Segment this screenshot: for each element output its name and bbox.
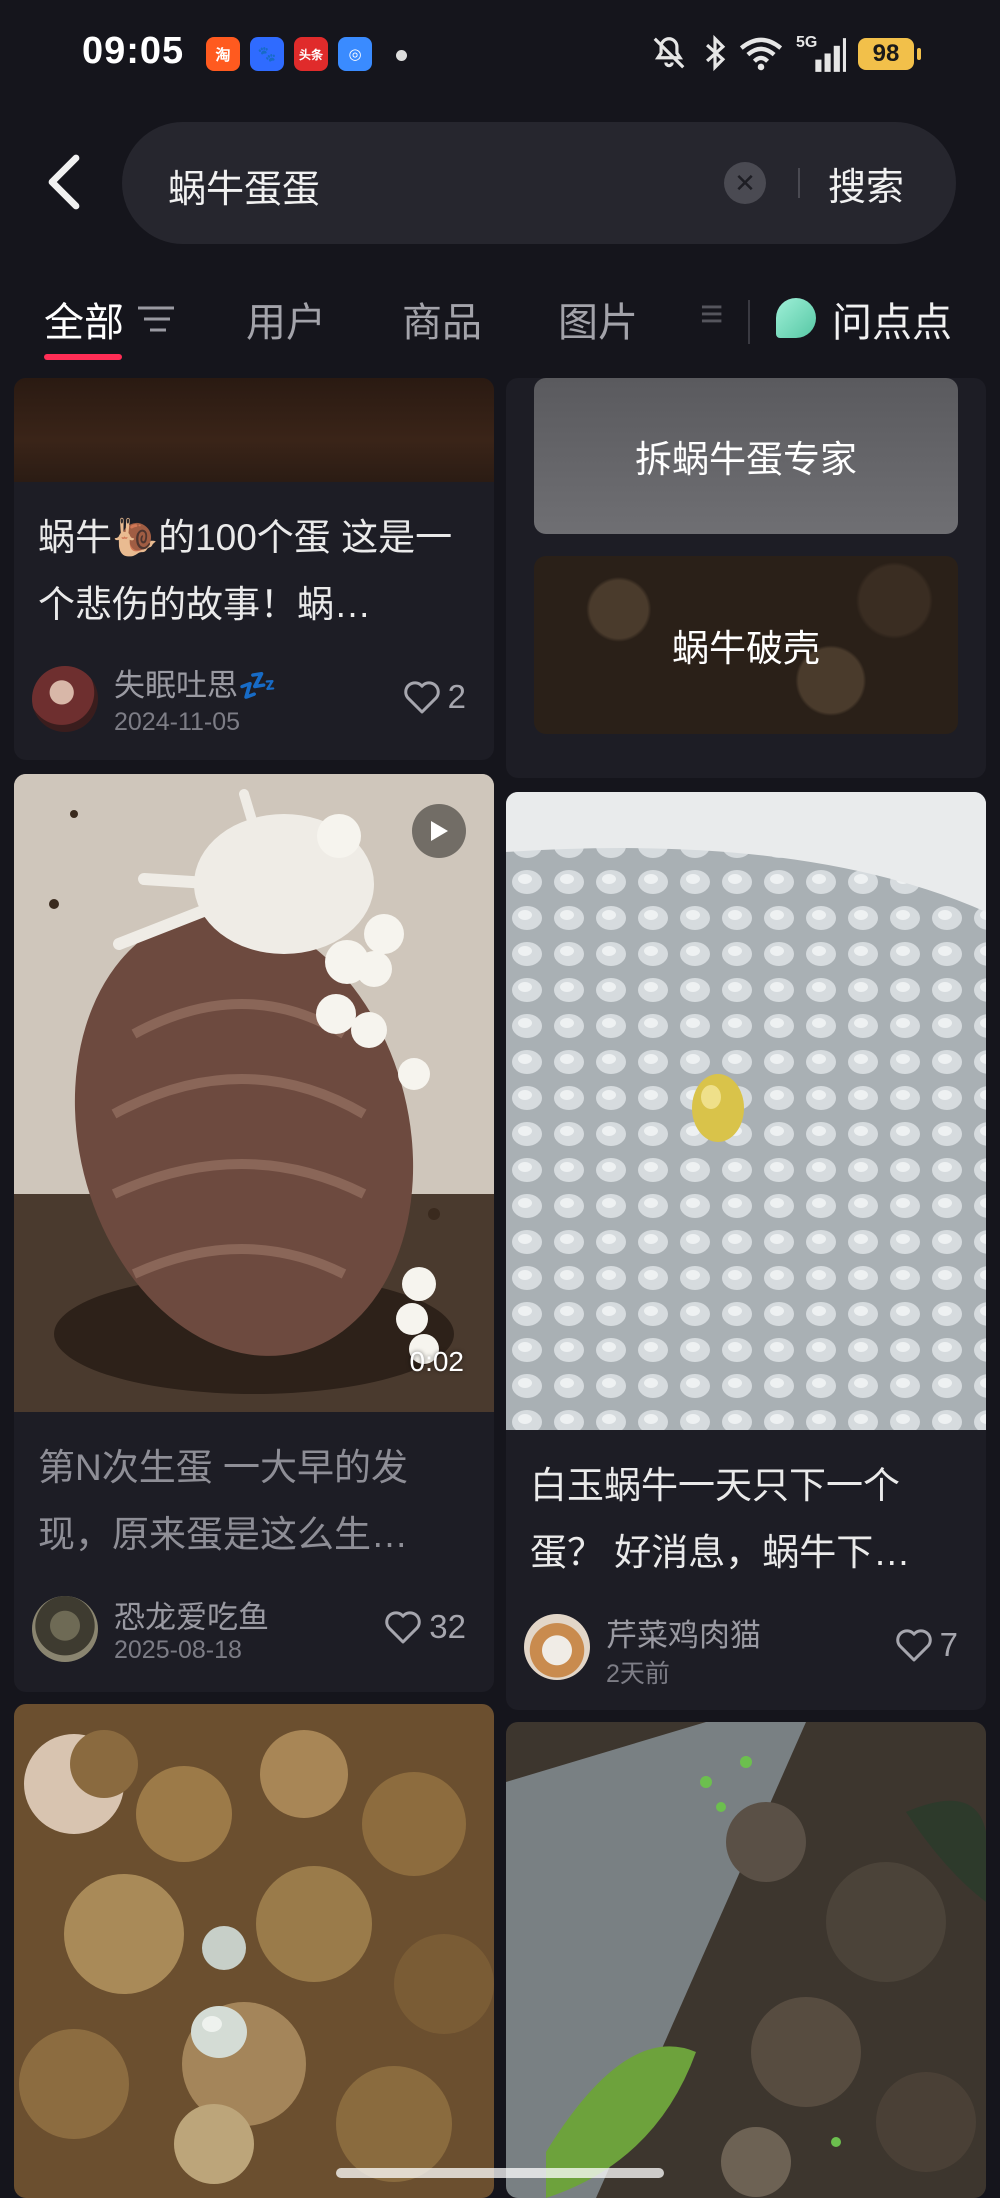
wendiandian-icon[interactable] xyxy=(776,298,816,338)
wifi-icon xyxy=(739,37,783,71)
post-card[interactable]: 白玉蜗牛一天只下一个蛋？ 好消息，蜗牛下… 芹菜鸡肉猫 2天前 7 xyxy=(506,792,986,1710)
post-cover-image[interactable] xyxy=(506,1722,986,2198)
post-cover-image[interactable] xyxy=(14,1704,494,2198)
post-author[interactable]: 恐龙爱吃鱼 xyxy=(114,1592,269,1637)
post-card[interactable] xyxy=(506,1722,986,2198)
back-arrow-icon[interactable] xyxy=(44,152,84,212)
tab-users[interactable]: 用户 xyxy=(246,290,326,348)
search-divider xyxy=(798,168,800,198)
post-title[interactable]: 白玉蜗牛一天只下一个蛋？ 好消息，蜗牛下… xyxy=(530,1452,962,1586)
post-cover-image[interactable] xyxy=(14,378,494,482)
post-card[interactable] xyxy=(14,1704,494,2198)
terrarium-image xyxy=(506,1722,986,2198)
heart-icon xyxy=(895,1629,932,1662)
active-tab-indicator xyxy=(44,354,122,360)
status-time: 09:05 xyxy=(82,30,185,72)
tab-overflow[interactable]: ≡ xyxy=(700,292,723,337)
tab-products[interactable]: 商品 xyxy=(402,290,482,348)
post-date: 2024-11-05 xyxy=(114,708,241,736)
post-cover-image[interactable] xyxy=(506,792,986,1430)
post-author[interactable]: 芹菜鸡肉猫 xyxy=(606,1610,761,1655)
post-card[interactable]: 0:02 第N次生蛋 一大早的发现，原来蛋是这么生… 恐龙爱吃鱼 2025-08… xyxy=(14,774,494,1692)
like-count: 7 xyxy=(939,1626,958,1663)
post-cover-image[interactable] xyxy=(14,774,494,1412)
signal-icon xyxy=(815,38,846,72)
toutiao-icon: 头条 xyxy=(294,37,328,71)
post-title[interactable]: 蜗牛🐌的100个蛋 这是一个悲伤的故事！蜗… xyxy=(38,504,470,638)
heart-icon xyxy=(403,681,440,714)
like-count: 2 xyxy=(447,678,466,715)
tab-images[interactable]: 图片 xyxy=(558,290,638,348)
search-button[interactable]: 搜索 xyxy=(828,156,904,211)
filter-icon[interactable] xyxy=(136,304,176,334)
post-title[interactable]: 第N次生蛋 一大早的发现，原来蛋是这么生… xyxy=(38,1434,470,1568)
category-tabs: 全部 用户 商品 图片 ≡ 问点点 xyxy=(0,270,1000,370)
home-indicator[interactable] xyxy=(336,2168,664,2178)
topic-card[interactable]: 蜗牛破壳 xyxy=(534,556,958,734)
post-date: 2025-08-18 xyxy=(114,1636,242,1664)
search-query-text: 蜗牛蛋蛋 xyxy=(168,169,321,211)
post-card[interactable]: 蜗牛🐌的100个蛋 这是一个悲伤的故事！蜗… 失眠吐思💤 2024-11-05 … xyxy=(14,378,494,760)
like-button[interactable]: 7 xyxy=(894,1626,958,1664)
snail-laying-eggs-image xyxy=(14,774,494,1412)
play-icon[interactable] xyxy=(412,804,466,858)
wendiandian-label[interactable]: 问点点 xyxy=(832,290,952,348)
avatar[interactable] xyxy=(524,1614,590,1680)
avatar[interactable] xyxy=(32,1596,98,1662)
bluetooth-icon xyxy=(706,34,726,72)
search-input[interactable]: 蜗牛蛋蛋 ✕ 搜索 xyxy=(122,122,956,244)
avatar[interactable] xyxy=(32,666,98,732)
post-author[interactable]: 失眠吐思💤 xyxy=(114,660,277,705)
battery-indicator: 98 xyxy=(858,38,921,70)
moss-eggs-image xyxy=(14,1704,494,2198)
taobao-icon: 淘 xyxy=(206,37,240,71)
like-count: 32 xyxy=(429,1608,466,1645)
tab-separator xyxy=(748,300,750,344)
status-bar: 09:05 淘 🐾 头条 ◎ 5G 98 xyxy=(0,0,1000,110)
more-notifications-icon xyxy=(396,50,407,61)
post-date: 2天前 xyxy=(606,1660,670,1688)
like-button[interactable]: 2 xyxy=(402,678,466,716)
mute-bell-icon xyxy=(653,37,685,69)
clear-icon[interactable]: ✕ xyxy=(724,162,766,204)
like-button[interactable]: 32 xyxy=(383,1608,466,1646)
baidunetdisk-icon: ◎ xyxy=(338,37,372,71)
baidu-icon: 🐾 xyxy=(250,37,284,71)
heart-icon xyxy=(385,1611,421,1644)
video-duration: 0:02 xyxy=(409,1346,465,1377)
topic-card[interactable]: 拆蜗牛蛋专家 xyxy=(534,378,958,534)
single-egg-image xyxy=(506,792,986,1430)
tab-all[interactable]: 全部 xyxy=(44,290,124,348)
